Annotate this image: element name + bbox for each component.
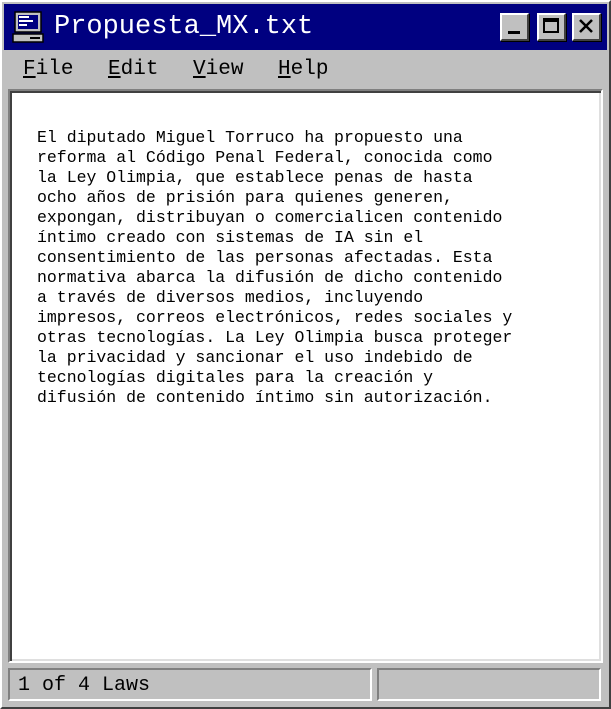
menu-edit[interactable]: Edit bbox=[108, 58, 158, 82]
minimize-button[interactable] bbox=[500, 13, 529, 41]
document-text[interactable]: El diputado Miguel Torruco ha propuesto … bbox=[37, 128, 577, 408]
minimize-icon bbox=[508, 31, 520, 34]
notepad-window: Propuesta_MX.txt File Edit View Help El … bbox=[0, 0, 611, 709]
menu-view-accelerator: V bbox=[193, 58, 206, 81]
maximize-button[interactable] bbox=[537, 13, 566, 41]
menu-help-accelerator: H bbox=[278, 58, 291, 81]
menu-view[interactable]: View bbox=[193, 58, 243, 82]
window-title: Propuesta_MX.txt bbox=[54, 12, 314, 42]
menu-view-label: iew bbox=[205, 58, 244, 81]
text-editor-area[interactable]: El diputado Miguel Torruco ha propuesto … bbox=[8, 89, 603, 663]
maximize-icon bbox=[543, 18, 559, 33]
title-bar[interactable]: Propuesta_MX.txt bbox=[4, 4, 607, 50]
menu-file-label: ile bbox=[35, 58, 74, 81]
menu-help-label: elp bbox=[290, 58, 329, 81]
status-pane-right bbox=[377, 668, 601, 701]
menu-file[interactable]: File bbox=[23, 58, 73, 82]
notepad-computer-icon bbox=[12, 11, 44, 43]
close-button[interactable] bbox=[572, 13, 601, 41]
close-icon bbox=[579, 19, 593, 33]
status-bar: 1 of 4 Laws bbox=[4, 664, 607, 705]
status-text-left: 1 of 4 Laws bbox=[18, 674, 151, 697]
status-pane-left: 1 of 4 Laws bbox=[8, 668, 372, 701]
menu-bar: File Edit View Help bbox=[4, 52, 607, 86]
menu-edit-label: dit bbox=[120, 58, 159, 81]
menu-edit-accelerator: E bbox=[108, 58, 121, 81]
menu-help[interactable]: Help bbox=[278, 58, 328, 82]
menu-file-accelerator: F bbox=[23, 58, 36, 81]
